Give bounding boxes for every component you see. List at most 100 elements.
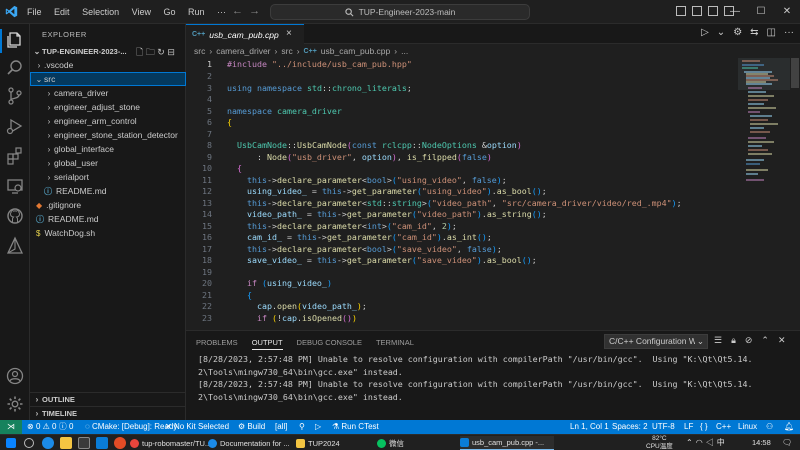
settings-gear-icon[interactable] — [5, 394, 25, 414]
editor-scrollbar[interactable] — [790, 58, 800, 330]
search-icon[interactable] — [24, 438, 34, 448]
app-icon[interactable] — [78, 437, 90, 449]
tree-item-watchdog[interactable]: $ WatchDog.sh — [30, 226, 186, 240]
explorer-icon[interactable] — [5, 30, 25, 50]
tree-item-camera-driver[interactable]: › camera_driver — [30, 86, 186, 100]
system-tray[interactable]: ⌃◠◁中 — [686, 437, 728, 448]
cmake-icon[interactable] — [5, 236, 25, 256]
outline-section[interactable]: › OUTLINE — [30, 392, 186, 406]
menu-run[interactable]: Run — [188, 7, 205, 17]
cpu-temperature-widget[interactable]: 82°C CPU温度 — [646, 435, 673, 450]
remote-explorer-icon[interactable] — [5, 176, 25, 196]
source-control-icon[interactable] — [5, 86, 25, 106]
copilot-icon[interactable]: ⚇ — [766, 420, 773, 434]
notification-center-icon[interactable]: 🗨︎ — [782, 438, 792, 447]
close-tab-icon[interactable]: × — [286, 28, 292, 39]
file-explorer-icon[interactable] — [60, 437, 72, 449]
list-filter-icon[interactable]: ☰ — [714, 335, 722, 346]
notifications-bell-icon[interactable]: 🔔︎ — [784, 420, 794, 434]
breadcrumb-item[interactable]: src — [194, 46, 205, 56]
tree-item-engineer-adjust-stone[interactable]: › engineer_adjust_stone — [30, 100, 186, 114]
forward-arrow-icon[interactable]: → — [249, 5, 260, 17]
tree-item-serialport[interactable]: › serialport — [30, 170, 186, 184]
tab-output[interactable]: OUTPUT — [251, 338, 283, 350]
menu-go[interactable]: Go — [163, 7, 175, 17]
toggle-panel-icon[interactable] — [692, 6, 702, 16]
run-file-icon[interactable]: ▷ — [701, 27, 709, 38]
close-window-icon[interactable]: ✕ — [774, 0, 800, 24]
close-panel-icon[interactable]: ✕ — [778, 335, 786, 346]
output-channel-select[interactable]: C/C++ Configuration W ⌄ — [604, 334, 708, 349]
tab-debug-console[interactable]: DEBUG CONSOLE — [297, 338, 362, 350]
code-editor[interactable]: 1 2 3 4 5 6 7 8 9 10 11 12 13 14 15 16 1… — [186, 58, 738, 330]
remote-indicator-icon[interactable]: ⋊ — [0, 420, 22, 434]
menu-file[interactable]: File — [27, 7, 42, 17]
collapse-all-icon[interactable]: ⊟ — [167, 47, 175, 57]
clear-output-icon[interactable]: ⊘ — [745, 335, 753, 346]
menu-edit[interactable]: Edit — [54, 7, 70, 17]
github-icon[interactable] — [5, 206, 25, 226]
tree-item-readme[interactable]: ⓘ README.md — [30, 212, 186, 226]
toggle-secondary-sidebar-icon[interactable] — [708, 6, 718, 16]
breadcrumb-item[interactable]: src — [281, 46, 292, 56]
timeline-section[interactable]: › TIMELINE — [30, 406, 186, 420]
cmake-status[interactable]: ◌ CMake: [Debug]: Ready — [85, 420, 177, 434]
tree-item-vscode[interactable]: › .vscode — [30, 58, 186, 72]
tree-item-gitignore[interactable]: ◆ .gitignore — [30, 198, 186, 212]
breadcrumb-item[interactable]: camera_driver — [216, 46, 270, 56]
workspace-root[interactable]: ⌄ TUP-ENGINEER-2023-... 🗋 🗀 ↻ ⊟ — [30, 44, 186, 58]
language-mode[interactable]: C++ — [716, 420, 731, 434]
vscode-taskbar-icon[interactable] — [96, 437, 108, 449]
breadcrumb-item[interactable]: ... — [401, 46, 408, 56]
tab-terminal[interactable]: TERMINAL — [376, 338, 414, 350]
windows-start-icon[interactable] — [6, 438, 16, 448]
indentation[interactable]: Spaces: 2 — [612, 420, 648, 434]
taskbar-app-vscode[interactable]: usb_cam_pub.cpp -... — [460, 436, 554, 450]
clock[interactable]: 14:58 — [752, 438, 771, 447]
taskbar-app-tup2024[interactable]: TUP2024 — [296, 436, 370, 450]
lock-scroll-icon[interactable]: 🔒︎ — [731, 335, 736, 346]
debug-icon[interactable]: ⚲ — [299, 420, 305, 434]
platform[interactable]: Linux — [738, 420, 757, 434]
menu-more[interactable]: ··· — [217, 7, 226, 17]
kit-status[interactable]: ✕ No Kit Selected — [165, 420, 229, 434]
tree-item-global-interface[interactable]: › global_interface — [30, 142, 186, 156]
cursor-position[interactable]: Ln 1, Col 1 — [570, 420, 609, 434]
split-editor-icon[interactable]: ◫ — [767, 27, 776, 38]
account-icon[interactable] — [5, 366, 25, 386]
tree-item-src[interactable]: ⌄ src — [30, 72, 186, 86]
build-target[interactable]: [all] — [275, 420, 287, 434]
tree-item-engineer-stone-station-detector[interactable]: › engineer_stone_station_detector — [30, 128, 186, 142]
end-of-line[interactable]: LF — [684, 420, 693, 434]
chevron-down-icon[interactable]: ⌄ — [717, 27, 725, 38]
new-file-icon[interactable]: 🗋 — [136, 47, 143, 57]
edge-browser-icon[interactable] — [42, 437, 54, 449]
new-folder-icon[interactable]: 🗀 — [146, 47, 155, 57]
run-icon[interactable]: ▷ — [315, 420, 321, 434]
problems-status[interactable]: ⊗ 0 ⚠ 0 ⓘ 0 — [27, 420, 73, 434]
tree-item-global-user[interactable]: › global_user — [30, 156, 186, 170]
toggle-sidebar-icon[interactable] — [676, 6, 686, 16]
run-debug-icon[interactable] — [5, 116, 25, 136]
refresh-icon[interactable]: ↻ — [157, 47, 165, 57]
settings-gear-icon[interactable]: ⚙ — [733, 27, 742, 38]
command-center-search[interactable]: TUP-Engineer-2023-main — [270, 4, 530, 20]
search-sidebar-icon[interactable] — [5, 58, 25, 78]
tab-usb-cam-pub[interactable]: C++ usb_cam_pub.cpp × — [186, 24, 304, 44]
taskbar-app-docs[interactable]: Documentation for ... — [208, 436, 294, 450]
maximize-panel-icon[interactable]: ⌃ — [761, 335, 769, 346]
open-changes-icon[interactable]: ⇆ — [750, 27, 758, 38]
tab-problems[interactable]: PROBLEMS — [196, 338, 238, 350]
braces-icon[interactable]: { } — [700, 420, 708, 434]
taskbar-app-wechat[interactable]: 微信 — [377, 436, 447, 450]
app-icon[interactable] — [114, 437, 126, 449]
minimap[interactable] — [738, 58, 790, 330]
extensions-icon[interactable] — [5, 146, 25, 166]
breadcrumb-item[interactable]: usb_cam_pub.cpp — [321, 46, 390, 56]
tree-item-engineer-arm-control[interactable]: › engineer_arm_control — [30, 114, 186, 128]
more-actions-icon[interactable]: ··· — [784, 27, 794, 38]
back-arrow-icon[interactable]: ← — [232, 5, 243, 17]
minimize-icon[interactable]: — — [722, 0, 748, 24]
ctest-button[interactable]: ⚗ Run CTest — [332, 420, 379, 434]
scrollbar-thumb[interactable] — [791, 58, 799, 88]
